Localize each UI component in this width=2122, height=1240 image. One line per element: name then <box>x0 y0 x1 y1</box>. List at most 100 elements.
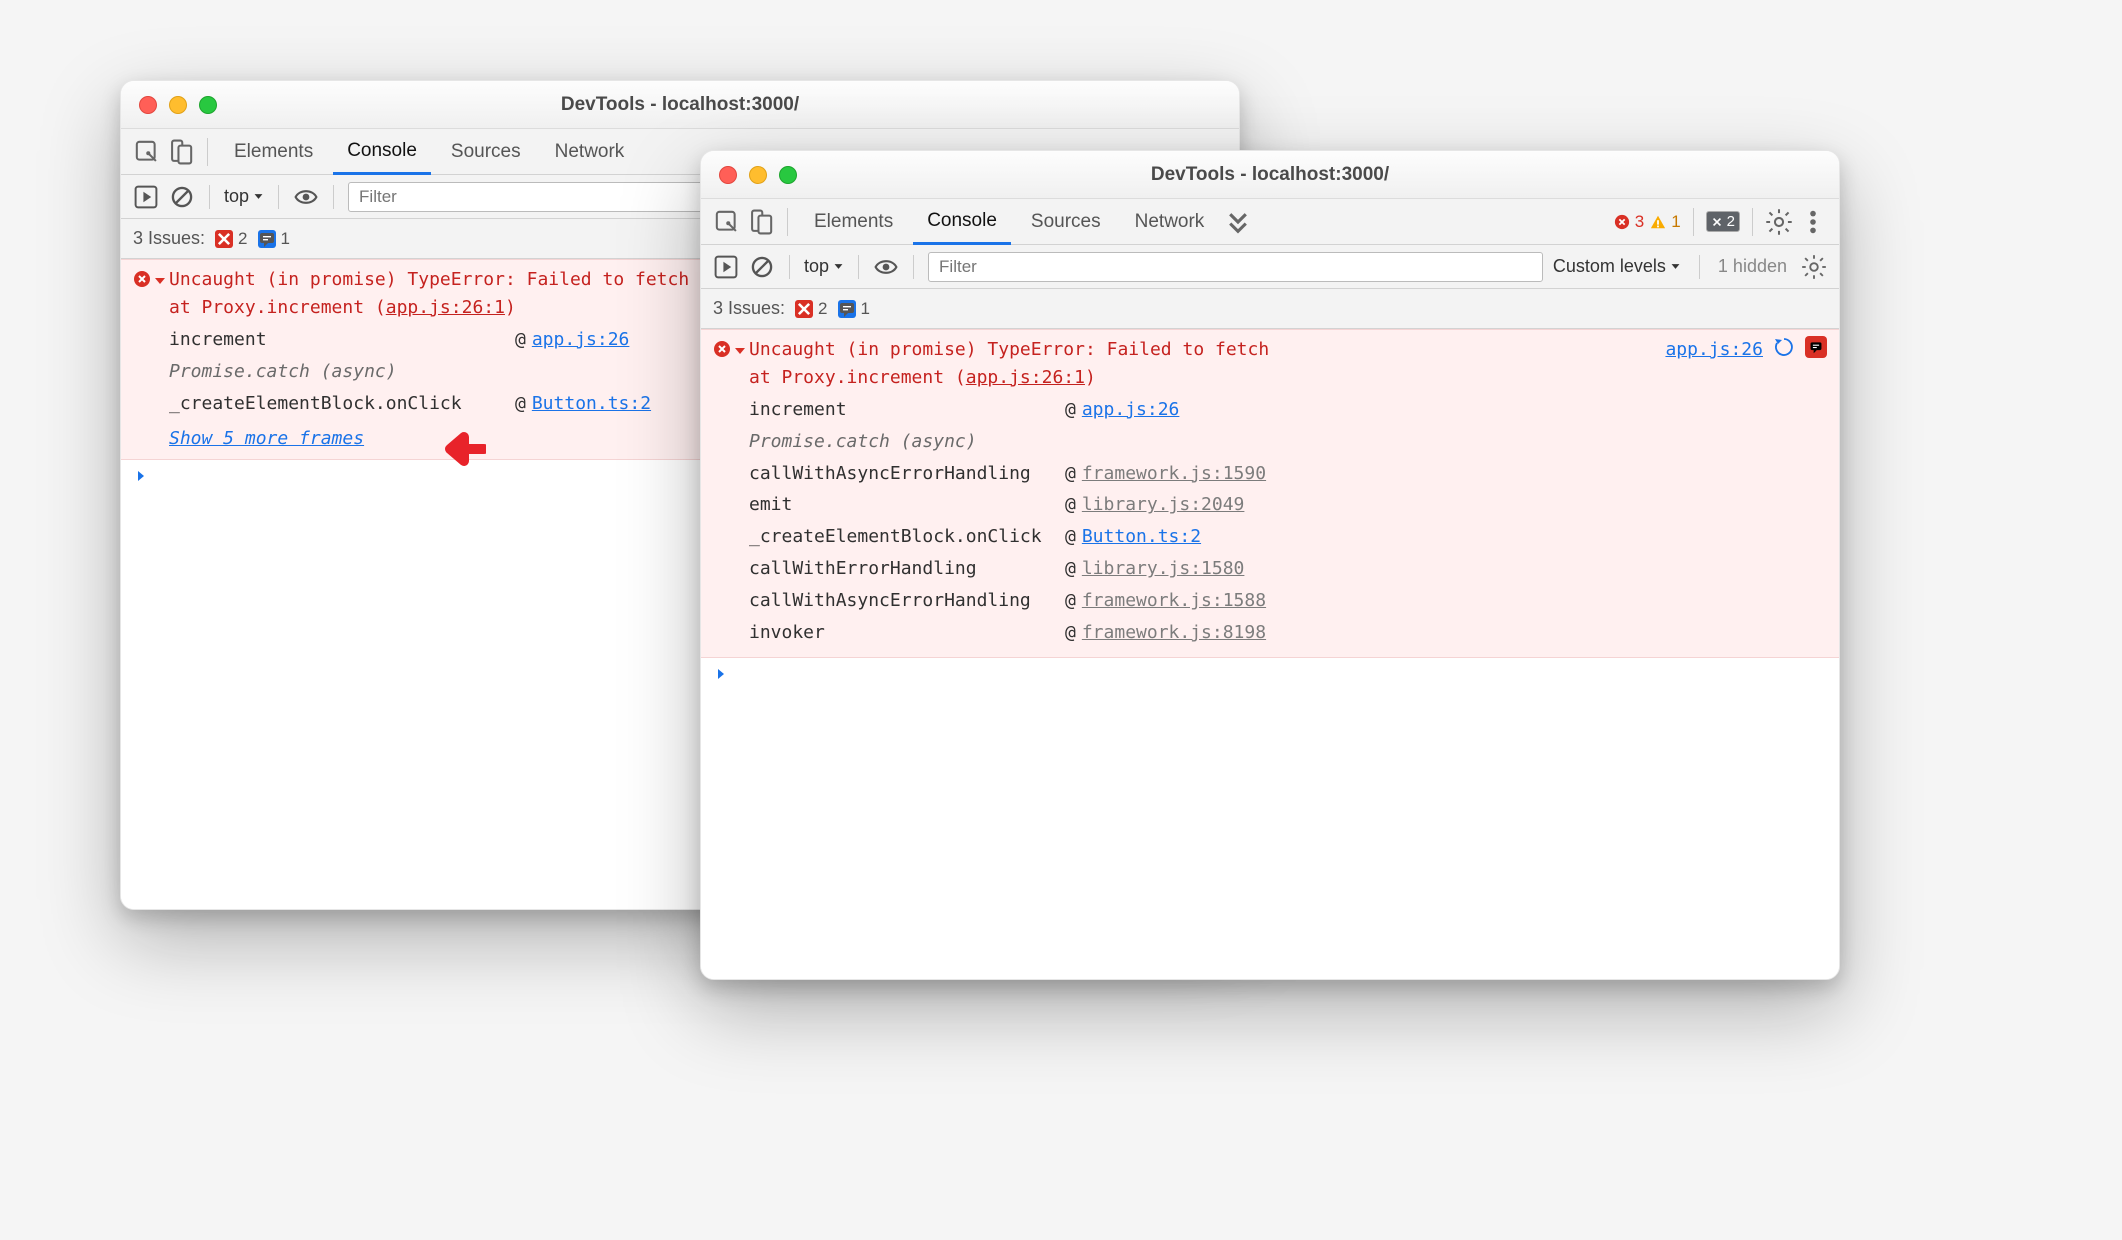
stack-at: @ <box>1059 523 1082 551</box>
inspect-icon[interactable] <box>133 138 161 166</box>
error-message-text: Uncaught (in promise) TypeError: Failed … <box>749 336 1269 392</box>
issues-label: 3 Issues: <box>133 228 205 249</box>
stack-source-link[interactable]: framework.js:1588 <box>1082 587 1266 615</box>
inspect-icon[interactable] <box>713 208 741 236</box>
window-title: DevTools - localhost:3000/ <box>121 94 1239 116</box>
stack-source-link[interactable]: Button.ts:2 <box>1082 523 1201 551</box>
issues-errors-badge[interactable]: 2 <box>795 299 827 319</box>
issues-error-count: 2 <box>238 229 247 249</box>
error-message-text: Uncaught (in promise) TypeError: Failed … <box>169 266 689 322</box>
stack-source-link[interactable]: framework.js:8198 <box>1082 619 1266 647</box>
error-source-inline-link[interactable]: app.js:26:1 <box>386 297 505 318</box>
settings-icon[interactable] <box>1765 208 1793 236</box>
clear-console-icon[interactable] <box>169 184 195 210</box>
tab-elements[interactable]: Elements <box>800 201 907 243</box>
stack-fn: callWithAsyncErrorHandling <box>749 587 1059 615</box>
tab-network[interactable]: Network <box>1121 201 1219 243</box>
error-source-inline-link[interactable]: app.js:26:1 <box>966 367 1085 388</box>
clear-console-icon[interactable] <box>749 254 775 280</box>
context-select[interactable]: top <box>804 256 844 277</box>
warning-count-badge[interactable]: 1 <box>1650 212 1680 232</box>
error-icon <box>133 269 153 297</box>
stack-source-link[interactable]: library.js:1580 <box>1082 555 1245 583</box>
more-menu-icon[interactable] <box>1799 208 1827 236</box>
console-toolbar: top Custom levels 1 hidden <box>701 245 1839 289</box>
stack-frame: callWithAsyncErrorHandling@framework.js:… <box>749 585 1839 617</box>
stack-source-link[interactable]: app.js:26 <box>1082 396 1180 424</box>
separator <box>278 185 279 209</box>
titlebar: DevTools - localhost:3000/ <box>701 151 1839 199</box>
collapse-caret-icon[interactable] <box>733 339 747 367</box>
stack-frame: callWithAsyncErrorHandling@framework.js:… <box>749 458 1839 490</box>
error-source-link[interactable]: app.js:26 <box>1665 336 1763 364</box>
levels-label: Custom levels <box>1553 256 1666 277</box>
show-more-frames-link[interactable]: Show 5 more frames <box>121 421 364 453</box>
issues-message-count: 1 <box>281 229 290 249</box>
context-select[interactable]: top <box>224 186 264 207</box>
hidden-count[interactable]: 1 hidden <box>1718 256 1787 277</box>
stack-at: @ <box>1059 587 1082 615</box>
more-tabs-icon[interactable] <box>1224 208 1252 236</box>
tabstrip: Elements Console Sources Network 3 1 2 <box>701 199 1839 245</box>
console-settings-icon[interactable] <box>1801 254 1827 280</box>
separator <box>207 138 208 166</box>
stack-fn: callWithErrorHandling <box>749 555 1059 583</box>
stack-at: @ <box>1059 460 1082 488</box>
stack-at: @ <box>1059 619 1082 647</box>
error-count-badge[interactable]: 3 <box>1614 212 1644 232</box>
separator <box>789 255 790 279</box>
collapse-caret-icon[interactable] <box>153 269 167 297</box>
stack-frame: callWithErrorHandling@library.js:1580 <box>749 553 1839 585</box>
error-header: Uncaught (in promise) TypeError: Failed … <box>701 330 1839 392</box>
stack-trace: increment@app.js:26Promise.catch (async)… <box>701 392 1839 651</box>
tab-elements[interactable]: Elements <box>220 131 327 173</box>
warning-count: 1 <box>1671 212 1680 232</box>
issues-messages-badge[interactable]: 1 <box>258 229 290 249</box>
issues-label: 3 Issues: <box>713 298 785 319</box>
separator <box>787 208 788 236</box>
message-count-badge[interactable]: 2 <box>1706 211 1740 232</box>
stack-at: @ <box>1059 491 1082 519</box>
tab-sources[interactable]: Sources <box>437 131 535 173</box>
stack-source-link[interactable]: Button.ts:2 <box>532 390 651 418</box>
stack-at: @ <box>1059 396 1082 424</box>
tab-console[interactable]: Console <box>333 130 431 175</box>
stack-async-divider: Promise.catch (async) <box>749 426 1839 458</box>
tab-console[interactable]: Console <box>913 200 1011 245</box>
console-content: Uncaught (in promise) TypeError: Failed … <box>701 329 1839 979</box>
play-icon[interactable] <box>713 254 739 280</box>
stack-fn: emit <box>749 491 1059 519</box>
devtools-window-expanded: DevTools - localhost:3000/ Elements Cons… <box>700 150 1840 980</box>
stack-fn: invoker <box>749 619 1059 647</box>
console-prompt[interactable] <box>701 658 1839 688</box>
stack-fn: increment <box>169 326 509 354</box>
live-expression-icon[interactable] <box>873 254 899 280</box>
tab-network[interactable]: Network <box>541 131 639 173</box>
separator <box>209 185 210 209</box>
stack-source-link[interactable]: library.js:2049 <box>1082 491 1245 519</box>
live-expression-icon[interactable] <box>293 184 319 210</box>
filter-input[interactable] <box>928 252 1543 282</box>
stack-fn: _createElementBlock.onClick <box>749 523 1059 551</box>
stack-source-link[interactable]: app.js:26 <box>532 326 630 354</box>
stack-frame: increment@app.js:26 <box>749 394 1839 426</box>
issues-messages-badge[interactable]: 1 <box>838 299 870 319</box>
log-levels-select[interactable]: Custom levels <box>1553 256 1681 277</box>
stack-at: @ <box>1059 555 1082 583</box>
play-icon[interactable] <box>133 184 159 210</box>
issues-errors-badge[interactable]: 2 <box>215 229 247 249</box>
reload-icon[interactable] <box>1773 336 1795 358</box>
separator <box>913 255 914 279</box>
stack-source-link[interactable]: framework.js:1590 <box>1082 460 1266 488</box>
issues-bar: 3 Issues: 2 1 <box>701 289 1839 329</box>
stack-fn: callWithAsyncErrorHandling <box>749 460 1059 488</box>
device-toggle-icon[interactable] <box>167 138 195 166</box>
separator <box>1693 208 1694 236</box>
error-feedback-icon[interactable] <box>1805 336 1827 358</box>
stack-frame: _createElementBlock.onClick@Button.ts:2 <box>749 521 1839 553</box>
window-title: DevTools - localhost:3000/ <box>701 164 1839 186</box>
stack-at: @ <box>509 326 532 354</box>
tab-sources[interactable]: Sources <box>1017 201 1115 243</box>
stack-frame: emit@library.js:2049 <box>749 489 1839 521</box>
device-toggle-icon[interactable] <box>747 208 775 236</box>
